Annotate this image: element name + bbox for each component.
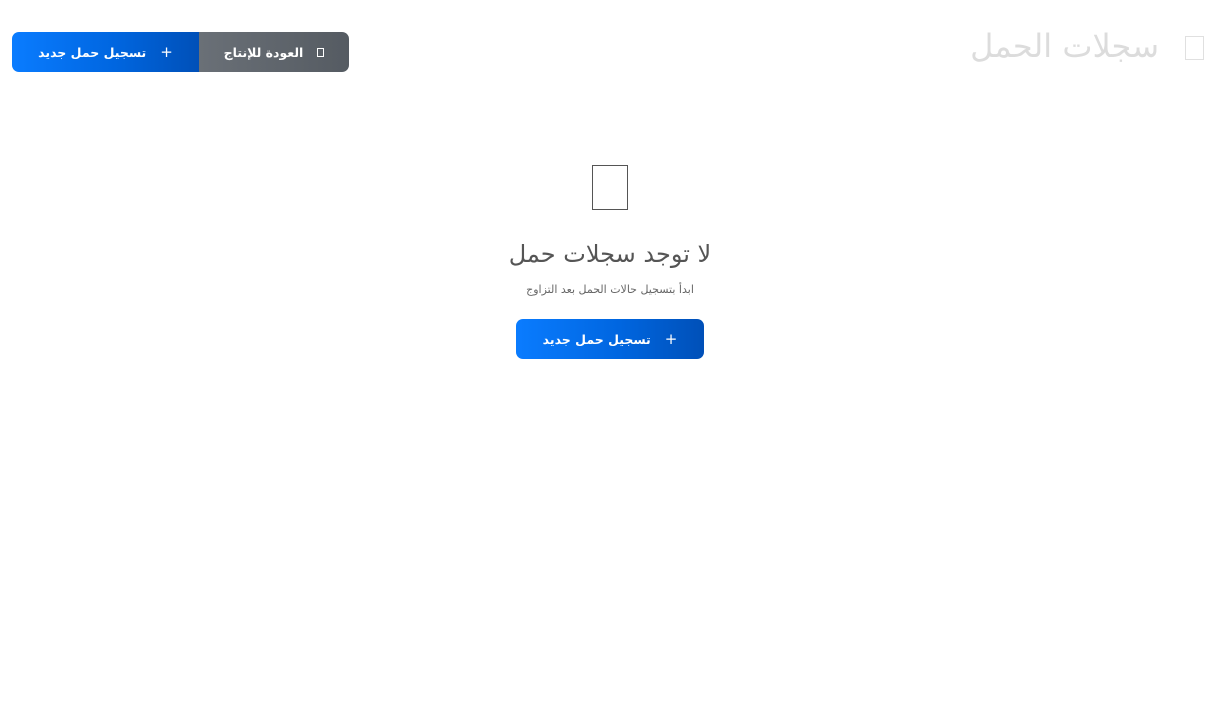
- empty-state-button-label: تسجيل حمل جديد: [542, 331, 651, 347]
- pregnancy-records-page: سجلات الحمل تسجيل حمل جديد + العودة للإن…: [0, 0, 1220, 718]
- pregnancy-records-icon: [1185, 36, 1204, 60]
- back-icon: [317, 47, 325, 57]
- back-to-production-label: العودة للإنتاج: [223, 44, 304, 60]
- back-to-production-button[interactable]: العودة للإنتاج: [199, 32, 349, 72]
- empty-state-new-pregnancy-button[interactable]: تسجيل حمل جديد +: [516, 319, 704, 359]
- plus-icon: +: [664, 329, 678, 348]
- empty-state-subtitle: ابدأ بتسجيل حالات الحمل بعد التزاوج: [526, 283, 694, 296]
- empty-state: لا توجد سجلات حمل ابدأ بتسجيل حالات الحم…: [0, 165, 1220, 359]
- empty-state-title: لا توجد سجلات حمل: [508, 240, 712, 268]
- new-pregnancy-label: تسجيل حمل جديد: [38, 44, 147, 60]
- page-header: سجلات الحمل: [970, 24, 1204, 68]
- header-actions: تسجيل حمل جديد + العودة للإنتاج: [12, 32, 349, 72]
- plus-icon: +: [160, 42, 173, 61]
- page-title: سجلات الحمل: [970, 27, 1159, 65]
- new-pregnancy-button[interactable]: تسجيل حمل جديد +: [12, 32, 199, 72]
- empty-records-icon: [592, 165, 628, 210]
